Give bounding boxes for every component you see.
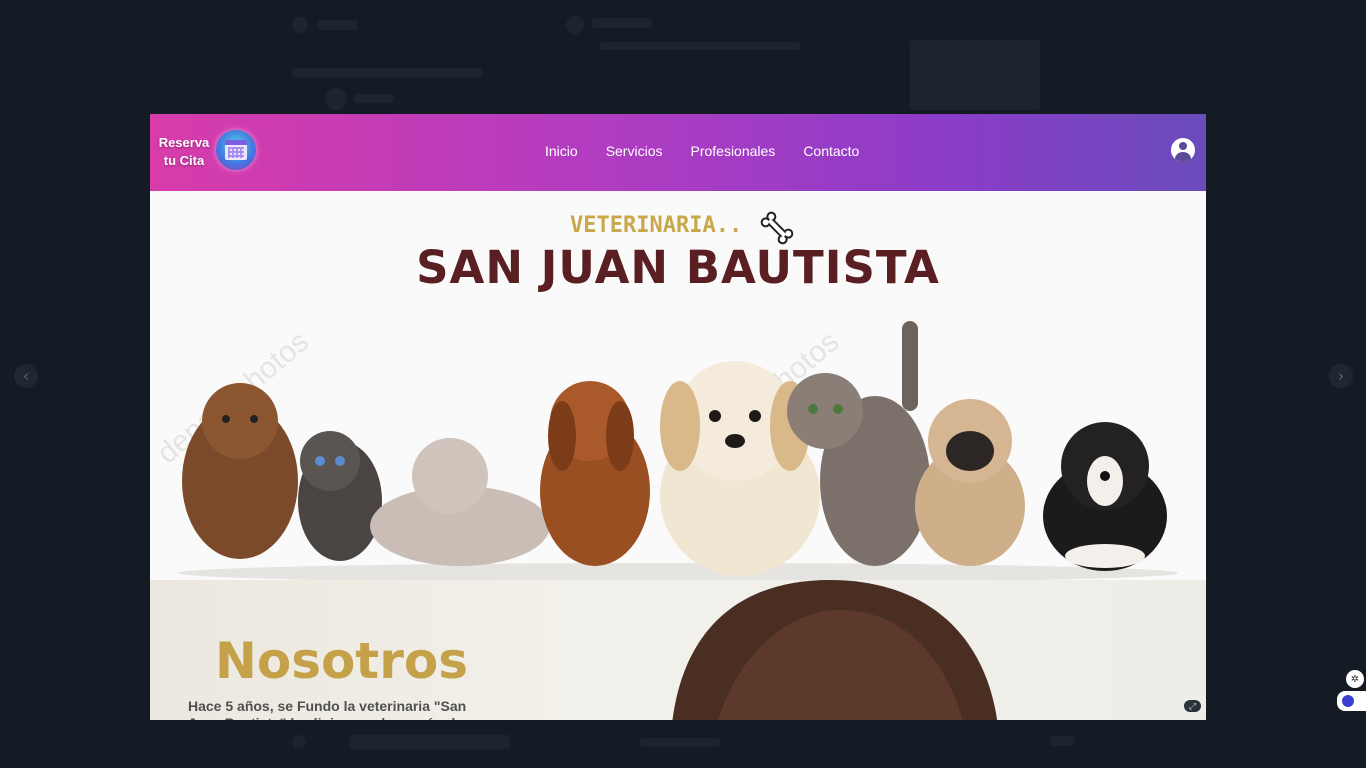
lightbox-image: Reserva tu Cita Inicio Servicios Profesi…	[150, 114, 1206, 720]
chevron-right-icon: ›	[1338, 367, 1344, 385]
menu-item-inicio[interactable]: Inicio	[545, 143, 578, 159]
bg-text	[592, 18, 652, 28]
brand-line-1: Reserva	[158, 135, 210, 150]
chat-widget-button[interactable]	[1337, 691, 1366, 711]
menu-item-servicios[interactable]: Servicios	[606, 143, 663, 159]
woman-photo	[672, 580, 998, 720]
bg-text	[600, 42, 800, 50]
hero-banner: VETERINARIA.. SAN JUAN BAUTISTA depositp…	[150, 191, 1206, 580]
bone-icon	[760, 211, 794, 245]
bg-text	[640, 738, 720, 747]
brand-logo[interactable]: Reserva tu Cita	[158, 134, 210, 170]
menu-item-profesionales[interactable]: Profesionales	[690, 143, 775, 159]
bg-text	[350, 735, 510, 749]
lightbox-prev-button[interactable]: ‹	[14, 364, 38, 388]
chat-icon	[1342, 695, 1354, 707]
bg-icon	[292, 17, 308, 33]
bg-avatar	[325, 88, 347, 110]
bg-image	[910, 40, 1040, 110]
bg-text	[354, 94, 394, 103]
bg-text	[292, 68, 482, 77]
menu-item-contacto[interactable]: Contacto	[803, 143, 859, 159]
accessibility-widget-icon[interactable]: ✲	[1346, 670, 1364, 688]
hero-subtitle: VETERINARIA..	[570, 213, 743, 238]
pets-photo	[178, 321, 1178, 580]
calendar-icon[interactable]	[216, 130, 256, 170]
about-section: Nosotros Hace 5 años, se Fundo la veteri…	[150, 580, 1206, 720]
about-text: Hace 5 años, se Fundo la veterinaria "Sa…	[188, 698, 467, 720]
user-account-icon[interactable]	[1171, 138, 1195, 162]
bg-text	[318, 20, 358, 30]
site-navbar: Reserva tu Cita Inicio Servicios Profesi…	[150, 114, 1206, 191]
main-menu: Inicio Servicios Profesionales Contacto	[545, 143, 859, 159]
bg-icon	[566, 16, 584, 34]
lightbox-next-button[interactable]: ›	[1329, 364, 1353, 388]
brand-line-2: tu Cita	[163, 153, 205, 168]
bg-text	[1050, 736, 1074, 746]
bg-icon	[292, 735, 306, 749]
expand-icon[interactable]: ⤢	[1184, 700, 1201, 712]
chevron-left-icon: ‹	[23, 367, 29, 385]
hero-title: SAN JUAN BAUTISTA	[416, 241, 940, 294]
about-title: Nosotros	[215, 632, 468, 690]
